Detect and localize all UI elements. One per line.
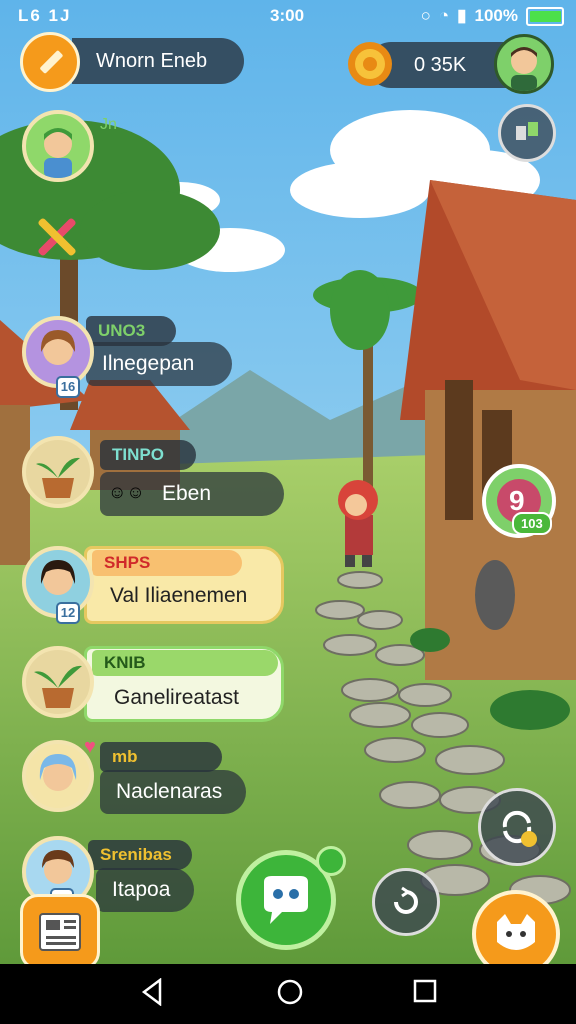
emoji-faces-icon: ☺☺: [108, 482, 145, 502]
status-bar: L6 1J 3:00 ○ ◔ ▮ 100%: [0, 0, 576, 32]
chat-avatar-5[interactable]: [22, 646, 94, 718]
chat-tag-5: KNIB: [92, 650, 278, 676]
currency-amount: 0 35K: [414, 54, 467, 76]
status-time: 3:00: [270, 6, 305, 25]
profile-avatar-button[interactable]: [494, 34, 554, 94]
puzzle-icon: [516, 122, 538, 140]
newspaper-icon: [39, 913, 81, 951]
back-button[interactable]: [140, 977, 164, 1011]
quest-count-badge: 103: [512, 512, 552, 535]
cycle-arrows-icon: [502, 810, 537, 847]
status-right: ○ ◔ ▮ 100%: [421, 6, 564, 26]
rotate-icon: [394, 886, 418, 914]
home-button[interactable]: [276, 978, 304, 1011]
leaf-notification-icon: [316, 846, 346, 876]
plant-pot-icon: [36, 457, 80, 498]
battery-percent: 100%: [474, 6, 518, 25]
wifi-icon: ◔: [438, 6, 450, 25]
chat-badge-2: 16: [56, 376, 80, 398]
heart-icon: ♥: [84, 736, 96, 758]
side-tool-button[interactable]: [498, 104, 556, 162]
avatar-portrait-icon: [39, 754, 77, 791]
chat-message-4: Val Iliaenemen: [110, 584, 248, 607]
chat-message-7[interactable]: Itapoa: [96, 868, 194, 912]
status-left: L6 1J: [18, 6, 72, 25]
chat-avatar-3[interactable]: [22, 436, 94, 508]
back-icon: [141, 977, 162, 1007]
chat-message-2[interactable]: Ilnegepan: [86, 342, 232, 386]
battery-icon: [526, 6, 564, 26]
alarm-icon: ○: [420, 6, 431, 25]
recents-button[interactable]: [412, 978, 438, 1009]
cat-face-icon: [497, 914, 535, 950]
chat-badge-4: 12: [56, 602, 80, 624]
edit-name-button[interactable]: [20, 32, 80, 92]
chat-tag-3: TINPO: [100, 440, 196, 470]
plant-pot-icon: [34, 665, 82, 708]
avatar-portrait-icon: [40, 330, 76, 365]
recents-icon: [413, 979, 437, 1003]
chat-tag-6: mb: [100, 742, 222, 772]
speech-bubble-icon: [264, 876, 308, 924]
chat-tag-7: Srenibas: [88, 840, 192, 870]
chat-tag-4: SHPS: [92, 550, 242, 576]
player-name: Wnorn Eneb: [96, 50, 208, 72]
crossed-tools-icon: [38, 218, 76, 256]
pencil-icon: [40, 50, 63, 74]
chat-label-1: Jn: [100, 116, 117, 133]
chat-message-5: Ganelireatast: [114, 686, 239, 709]
tools-button[interactable]: [28, 208, 86, 266]
gear-coin-icon: [348, 42, 392, 86]
rotate-button[interactable]: [372, 868, 440, 936]
android-nav-bar: [0, 964, 576, 1024]
journal-button[interactable]: [20, 894, 100, 970]
signal-icon: ▮: [457, 6, 467, 25]
refresh-button[interactable]: [478, 788, 556, 866]
player-name-bar[interactable]: Wnorn Eneb: [72, 38, 244, 84]
chat-avatar-1[interactable]: [22, 110, 94, 182]
avatar-portrait-icon: [44, 128, 72, 178]
profile-avatar-icon: [511, 47, 537, 91]
chat-message-6[interactable]: Naclenaras: [100, 770, 246, 814]
home-icon: [277, 979, 303, 1005]
